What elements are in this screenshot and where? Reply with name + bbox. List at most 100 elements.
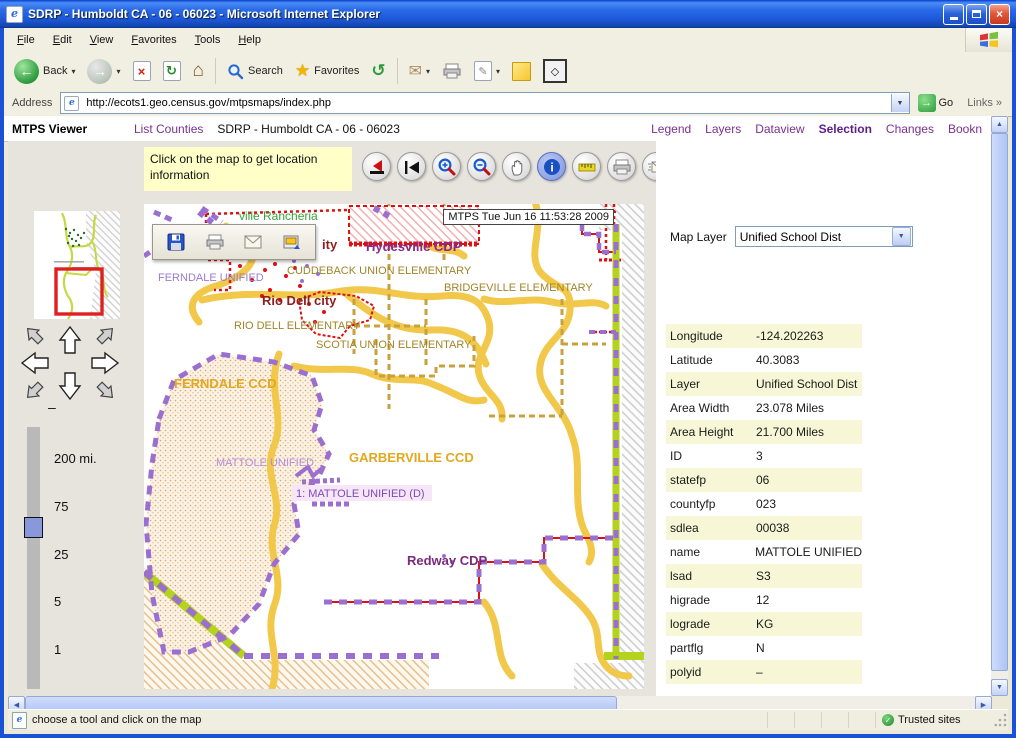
diamond-icon: ◇	[543, 59, 567, 83]
maximize-button[interactable]	[966, 4, 987, 25]
messenger-button[interactable]: ◇	[539, 57, 571, 85]
edit-caret-icon: ▾	[496, 67, 500, 76]
menu-favorites[interactable]: Favorites	[122, 31, 185, 49]
overview-map[interactable]	[34, 211, 120, 319]
pan-button[interactable]	[502, 152, 531, 181]
measure-button[interactable]	[572, 152, 601, 181]
menu-file[interactable]: File	[8, 31, 44, 49]
map-label-garberville-ccd: GARBERVILLE CCD	[349, 450, 474, 465]
print-button[interactable]	[438, 60, 466, 82]
attr-key: sdlea	[666, 521, 756, 535]
address-input[interactable]	[84, 96, 890, 110]
map-layer-select[interactable]: Unified School Dist ▼	[735, 226, 913, 247]
zoom-out-button[interactable]	[467, 152, 496, 181]
nav-bookmarks[interactable]: Bookn	[948, 122, 982, 136]
table-row: Latitude40.3083	[666, 348, 862, 372]
ie-toolbar: ← Back ▾ → ▾ × ↻ ⌂ Search ★ Favorites	[4, 52, 1012, 91]
nav-selection[interactable]: Selection	[819, 122, 872, 136]
zoom-in-icon	[437, 157, 457, 177]
map-canvas[interactable]: ville Rancheria ity Hydesville CDP CUDDE…	[144, 204, 644, 689]
map-layer-value: Unified School Dist	[736, 230, 891, 244]
map-label-ferndale-unified: FERNDALE UNIFIED	[158, 272, 264, 284]
resize-grip[interactable]	[994, 712, 1008, 728]
pan-southwest-arrow[interactable]	[23, 380, 46, 403]
attr-key: statefp	[666, 473, 756, 487]
attr-value: 3	[756, 449, 862, 463]
nav-dataview[interactable]: Dataview	[755, 122, 804, 136]
go-label: Go	[939, 97, 954, 109]
vertical-scroll-thumb[interactable]	[991, 133, 1008, 671]
attr-value: 12	[756, 593, 862, 607]
history-button[interactable]: ↺	[367, 59, 389, 83]
zoom-to-county-button[interactable]	[362, 152, 391, 181]
forward-button[interactable]: → ▾	[83, 57, 124, 86]
trusted-label: Trusted sites	[898, 714, 961, 726]
discuss-button[interactable]	[508, 60, 535, 83]
back-caret-icon[interactable]: ▾	[71, 67, 75, 76]
list-counties-link[interactable]: List Counties	[134, 122, 203, 136]
attr-key: ID	[666, 449, 756, 463]
home-button[interactable]: ⌂	[189, 58, 208, 84]
scroll-up-button[interactable]: ▲	[991, 116, 1008, 133]
previous-extent-button[interactable]	[397, 152, 426, 181]
zoom-slider-track[interactable]	[27, 427, 40, 689]
search-button[interactable]: Search	[223, 61, 287, 82]
title-bar: e SDRP - Humboldt CA - 06 - 06023 - Micr…	[0, 0, 1016, 28]
nav-layers[interactable]: Layers	[705, 122, 741, 136]
close-button[interactable]: ×	[989, 4, 1010, 25]
print-icon	[442, 62, 462, 80]
map-layer-dropdown-icon[interactable]: ▼	[892, 227, 911, 246]
home-icon: ⌂	[193, 60, 204, 82]
scale-label-25: 25	[54, 547, 68, 562]
map-print-button[interactable]	[201, 229, 229, 255]
nav-changes[interactable]: Changes	[886, 122, 934, 136]
pan-west-arrow[interactable]	[22, 353, 48, 373]
map-export-button[interactable]	[278, 229, 306, 255]
menu-help[interactable]: Help	[229, 31, 270, 49]
go-button[interactable]: → Go	[914, 93, 958, 113]
menu-view[interactable]: View	[81, 31, 123, 49]
mail-caret-icon[interactable]: ▾	[426, 67, 430, 76]
edit-button[interactable]: ✎ ▾	[470, 59, 504, 83]
info-icon: i	[542, 157, 562, 177]
map-viewport[interactable]: ville Rancheria ity Hydesville CDP CUDDE…	[144, 204, 644, 689]
map-email-button[interactable]	[239, 229, 267, 255]
nav-legend[interactable]: Legend	[651, 122, 691, 136]
pan-south-arrow[interactable]	[60, 373, 80, 399]
vertical-scrollbar[interactable]: ▲ ▼	[991, 116, 1008, 696]
map-save-button[interactable]	[162, 229, 190, 255]
pan-northwest-arrow[interactable]	[23, 324, 46, 347]
pan-southeast-arrow[interactable]	[95, 380, 118, 403]
minimize-button[interactable]	[943, 4, 964, 25]
map-label-rio-dell-elementary: RIO DELL ELEMENTARY	[234, 320, 361, 332]
attr-value: S3	[756, 569, 862, 583]
menu-tools[interactable]: Tools	[186, 31, 230, 49]
measure-ruler-icon	[577, 157, 597, 177]
zoom-slider-thumb[interactable]	[24, 517, 43, 538]
stop-button[interactable]: ×	[129, 59, 155, 83]
attr-key: Area Width	[666, 401, 756, 415]
menu-edit[interactable]: Edit	[44, 31, 81, 49]
back-button[interactable]: ← Back ▾	[10, 57, 79, 86]
attr-key: lsad	[666, 569, 756, 583]
attr-value: Unified School Dist	[756, 377, 862, 391]
scroll-down-button[interactable]: ▼	[991, 679, 1008, 696]
info-button[interactable]: i	[537, 152, 566, 181]
save-icon	[166, 232, 186, 252]
pan-northeast-arrow[interactable]	[95, 324, 118, 347]
print-map-button[interactable]	[607, 152, 636, 181]
scale-label-1: 1	[54, 642, 61, 657]
mail-button[interactable]: ✉ ▾	[405, 59, 434, 83]
address-dropdown-button[interactable]: ▼	[891, 94, 909, 112]
pan-east-arrow[interactable]	[92, 353, 118, 373]
attr-key: name	[666, 545, 755, 559]
refresh-button[interactable]: ↻	[159, 59, 185, 83]
zoom-county-icon	[367, 157, 387, 177]
links-menu[interactable]: Links »	[961, 97, 1008, 109]
table-row: nameMATTOLE UNIFIED	[666, 540, 862, 564]
windows-flag-icon	[979, 31, 999, 49]
attr-value: –	[756, 665, 862, 679]
pan-north-arrow[interactable]	[60, 327, 80, 353]
favorites-button[interactable]: ★ Favorites	[291, 59, 364, 83]
zoom-in-button[interactable]	[432, 152, 461, 181]
